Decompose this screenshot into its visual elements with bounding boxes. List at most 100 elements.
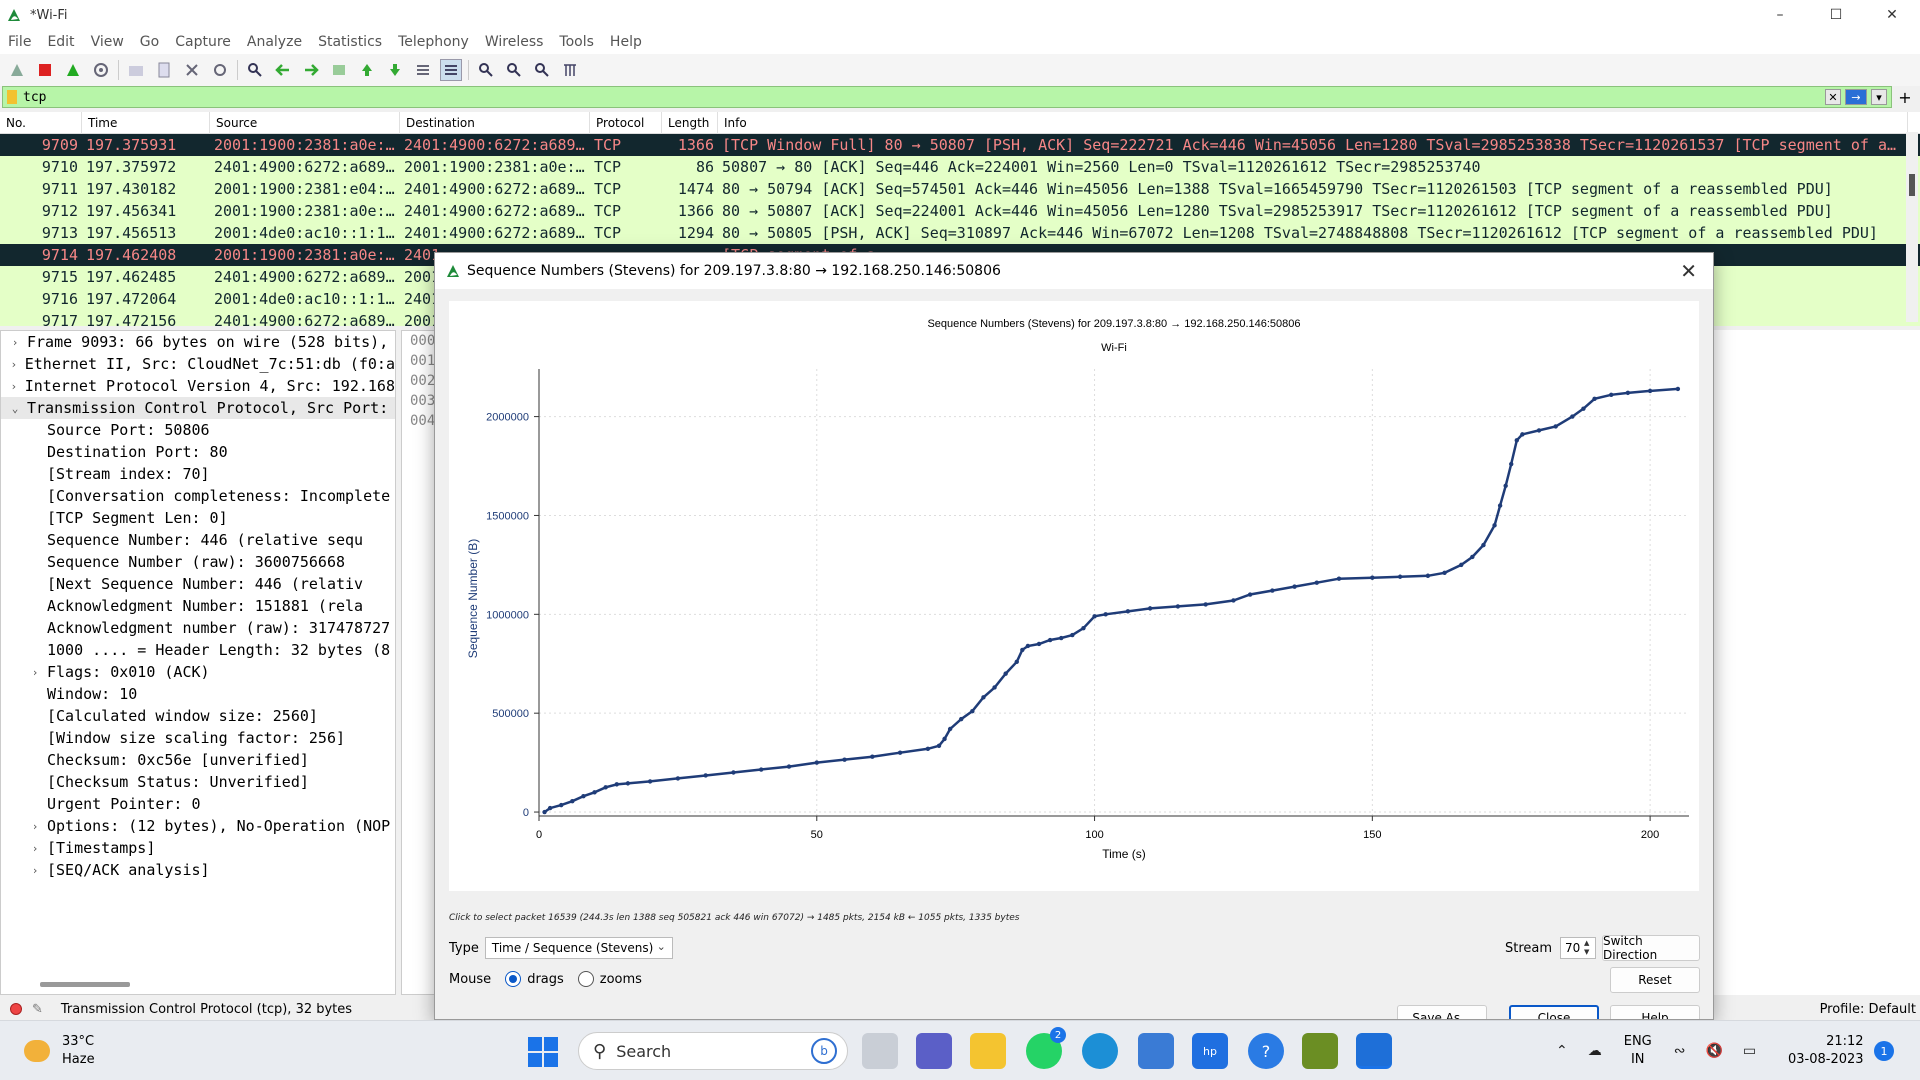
go-to-packet-icon[interactable]	[328, 59, 350, 81]
detail-tree-item[interactable]: Checksum: 0xc56e [unverified]	[1, 749, 395, 771]
minimize-button[interactable]: –	[1752, 0, 1808, 30]
detail-tree-item[interactable]: [TCP Segment Len: 0]	[1, 507, 395, 529]
detail-tree-item[interactable]: Acknowledgment Number: 151881 (rela	[1, 595, 395, 617]
column-header-source[interactable]: Source	[210, 112, 400, 134]
detail-tree-item[interactable]: [Next Sequence Number: 446 (relativ	[1, 573, 395, 595]
bing-icon[interactable]: b	[811, 1038, 837, 1064]
find-packet-icon[interactable]	[244, 59, 266, 81]
details-horizontal-scrollbar[interactable]	[40, 982, 130, 987]
detail-tree-item[interactable]: › Frame 9093: 66 bytes on wire (528 bits)…	[1, 331, 395, 353]
open-file-icon[interactable]	[125, 59, 147, 81]
column-header-info[interactable]: Info	[718, 112, 1908, 134]
detail-tree-item[interactable]: Destination Port: 80	[1, 441, 395, 463]
packet-row[interactable]: 9712 197.456341 2001:1900:2381:a0e:… 2401:4…	[0, 200, 1920, 222]
detail-tree-item[interactable]: [Window size scaling factor: 256]	[1, 727, 395, 749]
expand-arrow-icon[interactable]: ›	[27, 864, 43, 877]
expand-arrow-icon[interactable]: ⌄	[7, 402, 23, 415]
display-filter-input[interactable]: tcp	[23, 90, 46, 105]
save-as-button[interactable]: Save As...	[1397, 1005, 1487, 1019]
file-explorer-icon[interactable]	[970, 1033, 1006, 1069]
add-filter-button[interactable]: +	[1892, 86, 1918, 108]
expand-arrow-icon[interactable]: ›	[27, 666, 43, 679]
detail-tree-item[interactable]: [Conversation completeness: Incomplete	[1, 485, 395, 507]
detail-tree-item[interactable]: › [SEQ/ACK analysis]	[1, 859, 395, 881]
wifi-icon[interactable]: ∾	[1674, 1043, 1686, 1059]
chevron-up-icon[interactable]: ⌃	[1556, 1043, 1568, 1059]
expand-arrow-icon[interactable]: ›	[27, 842, 43, 855]
drags-label[interactable]: drags	[527, 972, 564, 987]
weather-widget[interactable]: 33°C Haze	[24, 1033, 95, 1069]
zoom-in-icon[interactable]	[475, 59, 497, 81]
normal-size-icon[interactable]	[531, 59, 553, 81]
packet-row[interactable]: 9713 197.456513 2001:4de0:ac10::1:1… 2401:4…	[0, 222, 1920, 244]
notification-badge[interactable]: 1	[1874, 1041, 1894, 1061]
detail-tree-item[interactable]: Sequence Number: 446 (relative sequ	[1, 529, 395, 551]
detail-tree-item[interactable]: › [Timestamps]	[1, 837, 395, 859]
start-button[interactable]	[528, 1037, 558, 1067]
detail-tree-item[interactable]: Window: 10	[1, 683, 395, 705]
detail-tree-item[interactable]: › Flags: 0x010 (ACK)	[1, 661, 395, 683]
help-button[interactable]: Help	[1610, 1005, 1700, 1019]
expand-arrow-icon[interactable]: ›	[7, 358, 21, 371]
column-header-time[interactable]: Time	[82, 112, 210, 134]
go-forward-icon[interactable]	[300, 59, 322, 81]
detail-tree-item[interactable]: 1000 .... = Header Length: 32 bytes (8	[1, 639, 395, 661]
battery-icon[interactable]: ▭	[1743, 1043, 1756, 1059]
profile-label[interactable]: Profile: Default	[1820, 1002, 1916, 1017]
spin-arrows-icon[interactable]: ▲ ▼	[1584, 939, 1594, 957]
detail-tree-item[interactable]: ⌄ Transmission Control Protocol, Src Port…	[1, 397, 395, 419]
expert-info-icon[interactable]	[10, 1003, 22, 1015]
menu-file[interactable]: File	[0, 34, 39, 50]
close-button[interactable]: Close	[1509, 1005, 1599, 1019]
column-header-protocol[interactable]: Protocol	[590, 112, 662, 134]
menu-statistics[interactable]: Statistics	[310, 34, 390, 50]
filter-history-dropdown-icon[interactable]: ▾	[1871, 89, 1887, 105]
capture-comment-icon[interactable]: ✎	[32, 1002, 43, 1017]
detail-tree-item[interactable]: [Checksum Status: Unverified]	[1, 771, 395, 793]
menu-telephony[interactable]: Telephony	[390, 34, 477, 50]
save-file-icon[interactable]	[153, 59, 175, 81]
taskbar-search[interactable]: ⚲ Search b	[578, 1032, 848, 1070]
detail-tree-item[interactable]: Sequence Number (raw): 3600756668	[1, 551, 395, 573]
zooms-radio[interactable]	[577, 971, 594, 987]
edge-icon[interactable]	[1082, 1033, 1118, 1069]
last-packet-icon[interactable]	[384, 59, 406, 81]
column-header-length[interactable]: Length	[662, 112, 718, 134]
detail-tree-item[interactable]: › Ethernet II, Src: CloudNet_7c:51:db (f0…	[1, 353, 395, 375]
column-header-destination[interactable]: Destination	[400, 112, 590, 134]
scrollbar-thumb[interactable]	[1909, 174, 1915, 196]
expand-arrow-icon[interactable]: ›	[27, 820, 43, 833]
volume-muted-icon[interactable]: 🔇	[1705, 1043, 1722, 1059]
autoscroll-icon[interactable]	[412, 59, 434, 81]
switch-direction-button[interactable]: Switch Direction	[1602, 934, 1700, 962]
graph-plot-area[interactable]: Sequence Numbers (Stevens) for 209.197.3…	[449, 301, 1699, 891]
packet-list-scrollbar[interactable]	[1906, 132, 1918, 322]
stream-spinbox[interactable]: 70 ▲ ▼	[1560, 937, 1597, 959]
start-capture-icon[interactable]	[6, 59, 28, 81]
dialog-close-icon[interactable]: ✕	[1680, 259, 1697, 283]
restart-capture-icon[interactable]	[62, 59, 84, 81]
myhp-icon[interactable]: hp	[1192, 1033, 1228, 1069]
reload-file-icon[interactable]	[209, 59, 231, 81]
detail-tree-item[interactable]: Source Port: 50806	[1, 419, 395, 441]
expand-arrow-icon[interactable]: ›	[7, 380, 21, 393]
microsoft-store-icon[interactable]	[1138, 1033, 1174, 1069]
input-language[interactable]: ENG IN	[1624, 1033, 1652, 1069]
get-help-icon[interactable]: ?	[1248, 1033, 1284, 1069]
menu-wireless[interactable]: Wireless	[477, 34, 552, 50]
menu-view[interactable]: View	[83, 34, 132, 50]
snipping-tool-icon[interactable]	[1302, 1033, 1338, 1069]
detail-tree-item[interactable]: › Internet Protocol Version 4, Src: 192.1…	[1, 375, 395, 397]
detail-tree-item[interactable]: › Options: (12 bytes), No-Operation (NOP	[1, 815, 395, 837]
display-filter-bar[interactable]: tcp ✕ → ▾	[2, 86, 1892, 108]
task-view-icon[interactable]	[862, 1033, 898, 1069]
column-header-no[interactable]: No.	[0, 112, 82, 134]
menu-capture[interactable]: Capture	[167, 34, 239, 50]
zoom-out-icon[interactable]	[503, 59, 525, 81]
go-back-icon[interactable]	[272, 59, 294, 81]
menu-tools[interactable]: Tools	[551, 34, 602, 50]
colorize-icon[interactable]	[440, 59, 462, 81]
close-window-button[interactable]: ✕	[1864, 0, 1920, 30]
sequence-graph[interactable]: Sequence Numbers (Stevens) for 209.197.3…	[449, 301, 1699, 891]
detail-tree-item[interactable]: [Calculated window size: 2560]	[1, 705, 395, 727]
